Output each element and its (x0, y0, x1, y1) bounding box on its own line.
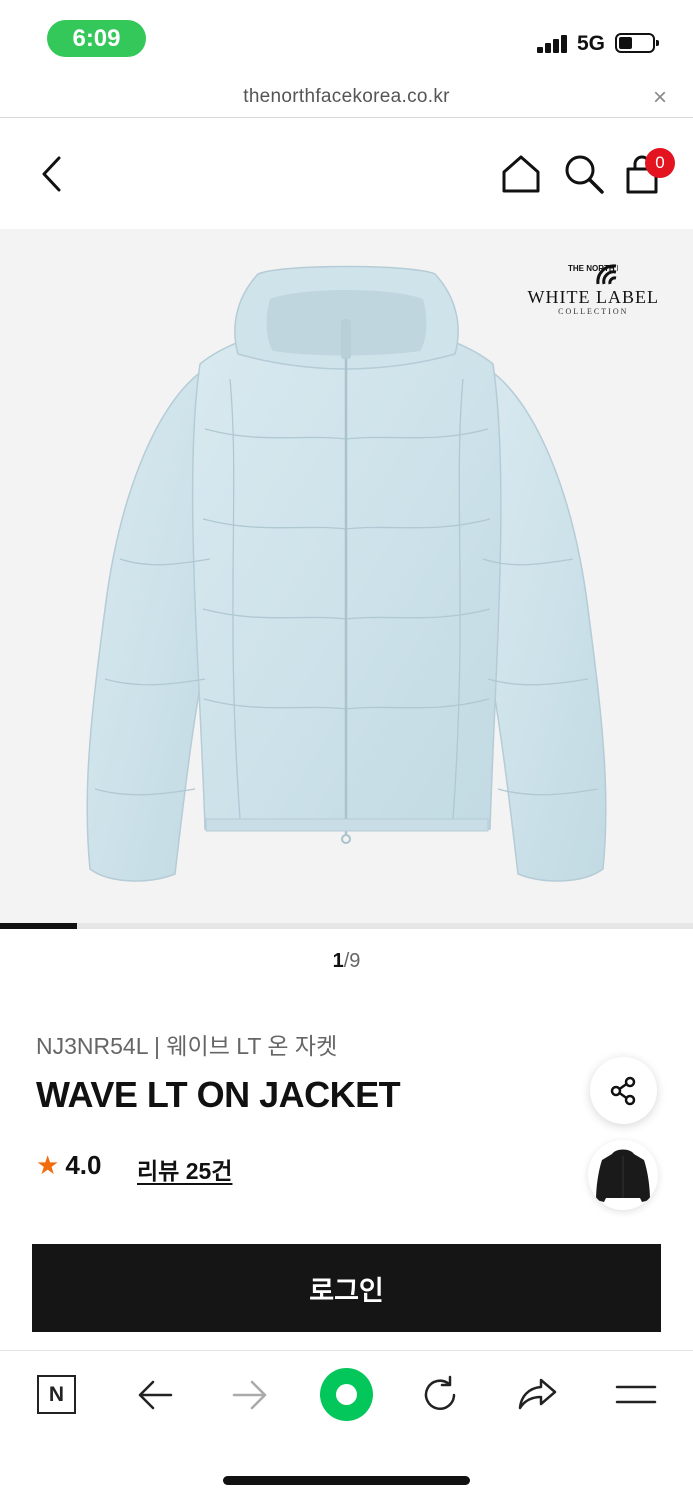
brand-logo: THE NORTH FACE WHITE LABEL COLLECTION (528, 262, 659, 316)
color-swatch-black[interactable] (588, 1140, 658, 1210)
menu-icon[interactable] (615, 1382, 657, 1408)
status-time: 6:09 (47, 20, 146, 57)
review-link[interactable]: 리뷰 25건 (137, 1152, 232, 1186)
brand-logo-text: THE NORTH FACE (568, 264, 618, 273)
product-name: WAVE LT ON JACKET (36, 1074, 401, 1115)
share-icon (610, 1076, 635, 1105)
brand-line: WHITE LABEL (527, 287, 659, 307)
login-button[interactable]: 로그인 (32, 1244, 661, 1332)
network-label: 5G (577, 32, 606, 55)
product-rating: ★ 4.0 (36, 1150, 101, 1181)
reload-icon[interactable] (421, 1375, 461, 1415)
share-arrow-icon[interactable] (517, 1376, 559, 1412)
url-text[interactable]: thenorthfacekorea.co.kr (0, 86, 693, 108)
home-indicator (223, 1476, 470, 1485)
back-arrow-icon[interactable] (136, 1378, 174, 1412)
url-bar[interactable]: thenorthfacekorea.co.kr × (0, 76, 693, 118)
carousel-progress-fill (0, 923, 77, 929)
site-header (0, 119, 693, 229)
search-icon[interactable] (563, 153, 605, 195)
north-face-logo: THE NORTH FACE (568, 264, 618, 285)
battery-level (619, 37, 632, 49)
battery-icon (615, 33, 659, 53)
rating-value: 4.0 (65, 1150, 102, 1180)
brand-sub: COLLECTION (558, 307, 629, 316)
signal-icon (537, 35, 569, 53)
star-icon: ★ (36, 1150, 60, 1180)
naver-n-button[interactable]: N (37, 1375, 76, 1414)
product-image[interactable]: THE NORTH FACE WHITE LABEL COLLECTION (0, 229, 693, 929)
image-pager: 1/9 (0, 950, 693, 973)
status-bar: 6:09 5G (0, 0, 693, 76)
pager-current: 1 (332, 950, 344, 972)
forward-arrow-icon[interactable] (231, 1378, 269, 1412)
home-icon[interactable] (500, 153, 542, 195)
share-button[interactable] (590, 1057, 657, 1124)
product-code: NJ3NR54L | 웨이브 LT 온 자켓 (36, 1033, 338, 1059)
home-dot-icon[interactable] (320, 1368, 373, 1421)
carousel-progress (0, 923, 693, 929)
cart-count-badge: 0 (645, 148, 675, 178)
jacket-image (86, 265, 607, 882)
black-jacket-thumbnail (596, 1149, 650, 1202)
pager-total: /9 (343, 950, 361, 972)
chevron-left-icon[interactable] (38, 155, 66, 193)
close-icon[interactable]: × (653, 84, 667, 112)
